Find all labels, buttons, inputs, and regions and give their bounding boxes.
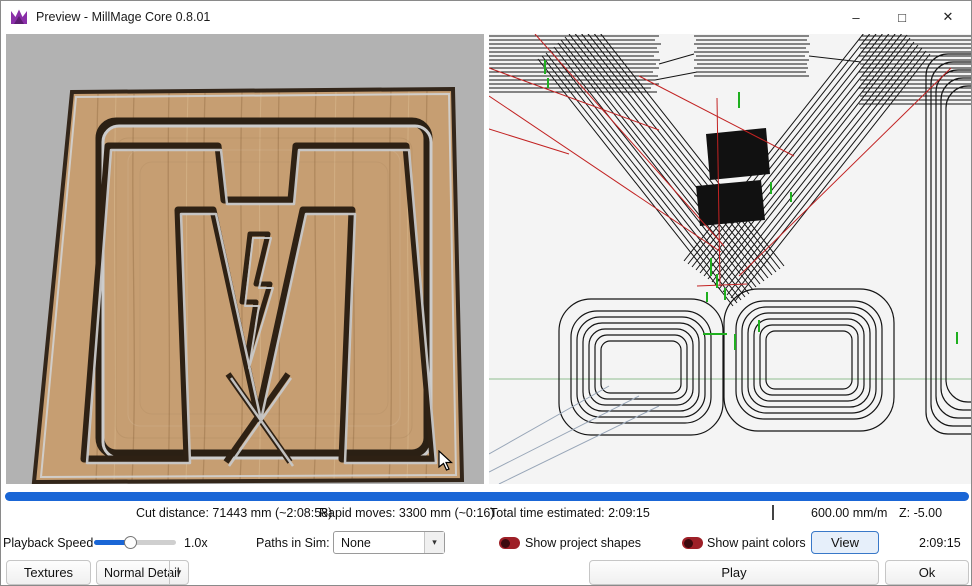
carved-preview-panel[interactable] <box>6 34 484 484</box>
chevron-down-icon[interactable]: ▾ <box>169 561 188 584</box>
paths-in-sim-value: None <box>341 536 371 550</box>
show-paint-colors-toggle[interactable] <box>682 537 703 549</box>
show-paint-colors-label: Show paint colors <box>707 536 806 550</box>
feed-rate-text: 600.00 mm/m <box>811 506 887 520</box>
rapid-moves-text: Rapid moves: 3300 mm (~0:16) <box>319 506 494 520</box>
textures-button[interactable]: Textures <box>6 560 91 585</box>
scrub-tick <box>772 505 774 520</box>
playback-progress-fill <box>5 492 969 501</box>
close-button[interactable]: ✕ <box>925 1 971 33</box>
view-button[interactable]: View <box>811 531 879 554</box>
sim-time-text: 2:09:15 <box>919 536 961 550</box>
playback-speed-slider[interactable] <box>94 540 176 545</box>
preview-window: Preview - MillMage Core 0.8.01 – □ ✕ <box>0 0 972 586</box>
play-button[interactable]: Play <box>589 560 879 585</box>
title-bar: Preview - MillMage Core 0.8.01 – □ ✕ <box>1 1 971 33</box>
cut-distance-text: Cut distance: 71443 mm (~2:08:58) <box>136 506 332 520</box>
playback-speed-label: Playback Speed <box>3 536 93 550</box>
toggle-knob <box>684 539 693 548</box>
detail-level-dropdown[interactable]: Normal Detail ▾ <box>96 560 189 585</box>
maximize-button[interactable]: □ <box>879 1 925 33</box>
carved-wood-render <box>6 34 484 484</box>
z-value-text: Z: -5.00 <box>899 506 942 520</box>
show-project-shapes-toggle[interactable] <box>499 537 520 549</box>
playback-progress-bar[interactable] <box>5 492 969 501</box>
slider-handle[interactable] <box>124 536 137 549</box>
paths-in-sim-select[interactable]: None ▾ <box>333 531 445 554</box>
paths-in-sim-label: Paths in Sim: <box>256 536 330 550</box>
total-time-text: Total time estimated: 2:09:15 <box>490 506 650 520</box>
toolpath-render <box>489 34 972 484</box>
show-project-shapes-label: Show project shapes <box>525 536 641 550</box>
mouse-cursor <box>438 450 453 472</box>
minimize-button[interactable]: – <box>833 1 879 33</box>
window-title: Preview - MillMage Core 0.8.01 <box>36 10 210 24</box>
playback-speed-value: 1.0x <box>184 536 208 550</box>
ok-button[interactable]: Ok <box>885 560 969 585</box>
toolpath-panel[interactable] <box>489 34 972 484</box>
toggle-knob <box>501 539 510 548</box>
app-logo-icon <box>10 8 28 26</box>
chevron-down-icon[interactable]: ▾ <box>424 532 444 553</box>
